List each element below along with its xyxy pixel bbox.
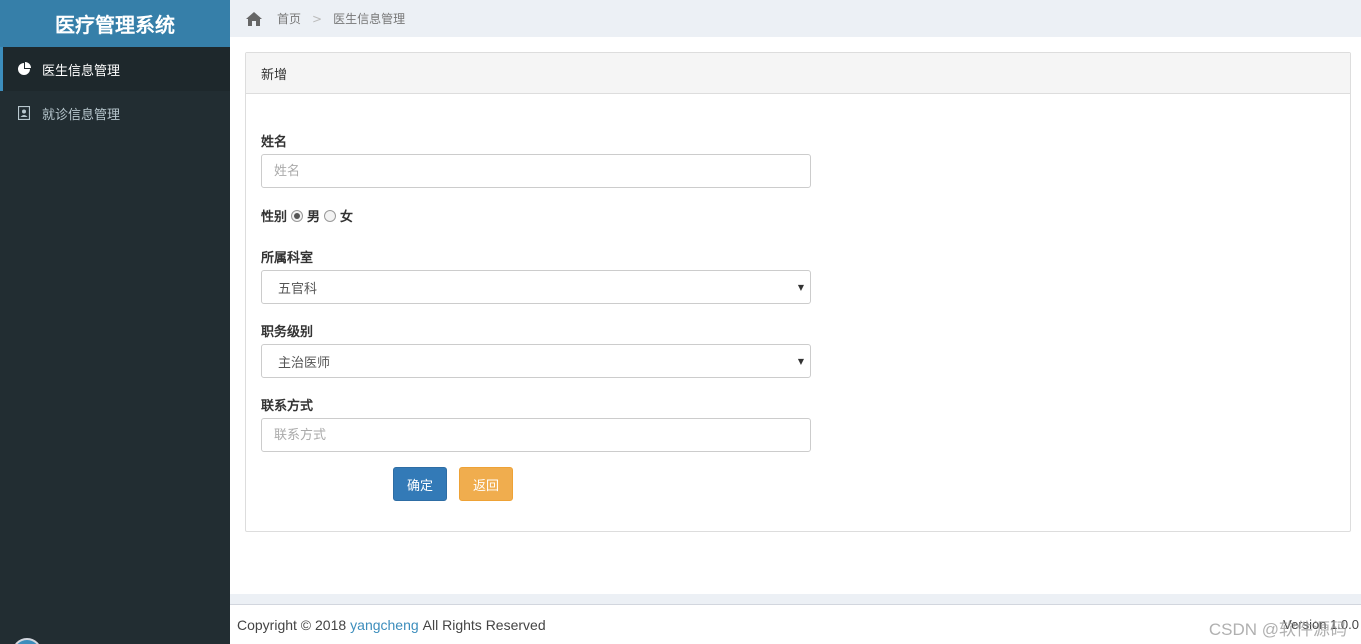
pie-chart-icon <box>17 62 31 76</box>
breadcrumb-home-link[interactable]: 首页 <box>277 10 301 27</box>
breadcrumb-current: 医生信息管理 <box>333 12 406 26</box>
gender-label: 性别 <box>261 210 288 225</box>
contact-label: 联系方式 <box>261 399 314 414</box>
content: 新增 姓名 性别 男 女 所属科室 五官科 ▼ 职务级别 主治医师 ▼ 联系方式 <box>230 37 1361 594</box>
sidebar-item-label: 医生信息管理 <box>42 63 121 79</box>
confirm-button[interactable]: 确定 <box>393 467 447 501</box>
gender-female-label: 女 <box>340 210 354 225</box>
avatar[interactable] <box>12 638 42 644</box>
gender-female-radio[interactable] <box>324 209 337 222</box>
watermark: CSDN @软件源码 <box>1208 620 1347 639</box>
home-icon[interactable] <box>245 11 263 27</box>
name-label: 姓名 <box>261 135 288 150</box>
gender-group: 性别 男 女 <box>261 206 353 225</box>
sidebar-item-doctor-info[interactable]: 医生信息管理 <box>0 47 230 91</box>
rights-text: All Rights Reserved <box>422 616 546 633</box>
sidebar-item-label: 就诊信息管理 <box>42 107 121 123</box>
footer: Copyright © 2018 yangcheng All Rights Re… <box>230 604 1361 644</box>
department-value: 五官科 <box>278 281 318 297</box>
sidebar-item-visit-info[interactable]: 就诊信息管理 <box>0 91 230 135</box>
department-label: 所属科室 <box>261 251 314 266</box>
rank-select[interactable]: 主治医师 ▼ <box>261 344 811 378</box>
breadcrumb: 首页 > 医生信息管理 <box>230 0 1361 37</box>
main-area: 首页 > 医生信息管理 新增 姓名 性别 男 女 所属科室 五官科 ▼ 职务级别… <box>230 0 1361 644</box>
chevron-down-icon: ▼ <box>797 283 804 292</box>
form-panel: 新增 姓名 性别 男 女 所属科室 五官科 ▼ 职务级别 主治医师 ▼ 联系方式 <box>245 52 1351 532</box>
department-select[interactable]: 五官科 ▼ <box>261 270 811 304</box>
app-logo-title[interactable]: 医疗管理系统 <box>0 0 230 47</box>
chevron-down-icon: ▼ <box>797 357 804 366</box>
panel-title: 新增 <box>246 53 1350 94</box>
rank-value: 主治医师 <box>278 355 331 371</box>
gender-male-label: 男 <box>307 210 321 225</box>
back-button[interactable]: 返回 <box>459 467 513 501</box>
copyright-text: Copyright © 2018 <box>237 616 347 633</box>
contact-card-icon <box>17 106 31 120</box>
rank-label: 职务级别 <box>261 325 314 340</box>
contact-input[interactable] <box>261 418 811 452</box>
name-input[interactable] <box>261 154 811 188</box>
sidebar: 医疗管理系统 医生信息管理 就诊信息管理 <box>0 0 230 644</box>
breadcrumb-separator: > <box>312 11 323 26</box>
author-link[interactable]: yangcheng <box>350 617 419 633</box>
gender-male-radio[interactable] <box>291 209 304 222</box>
